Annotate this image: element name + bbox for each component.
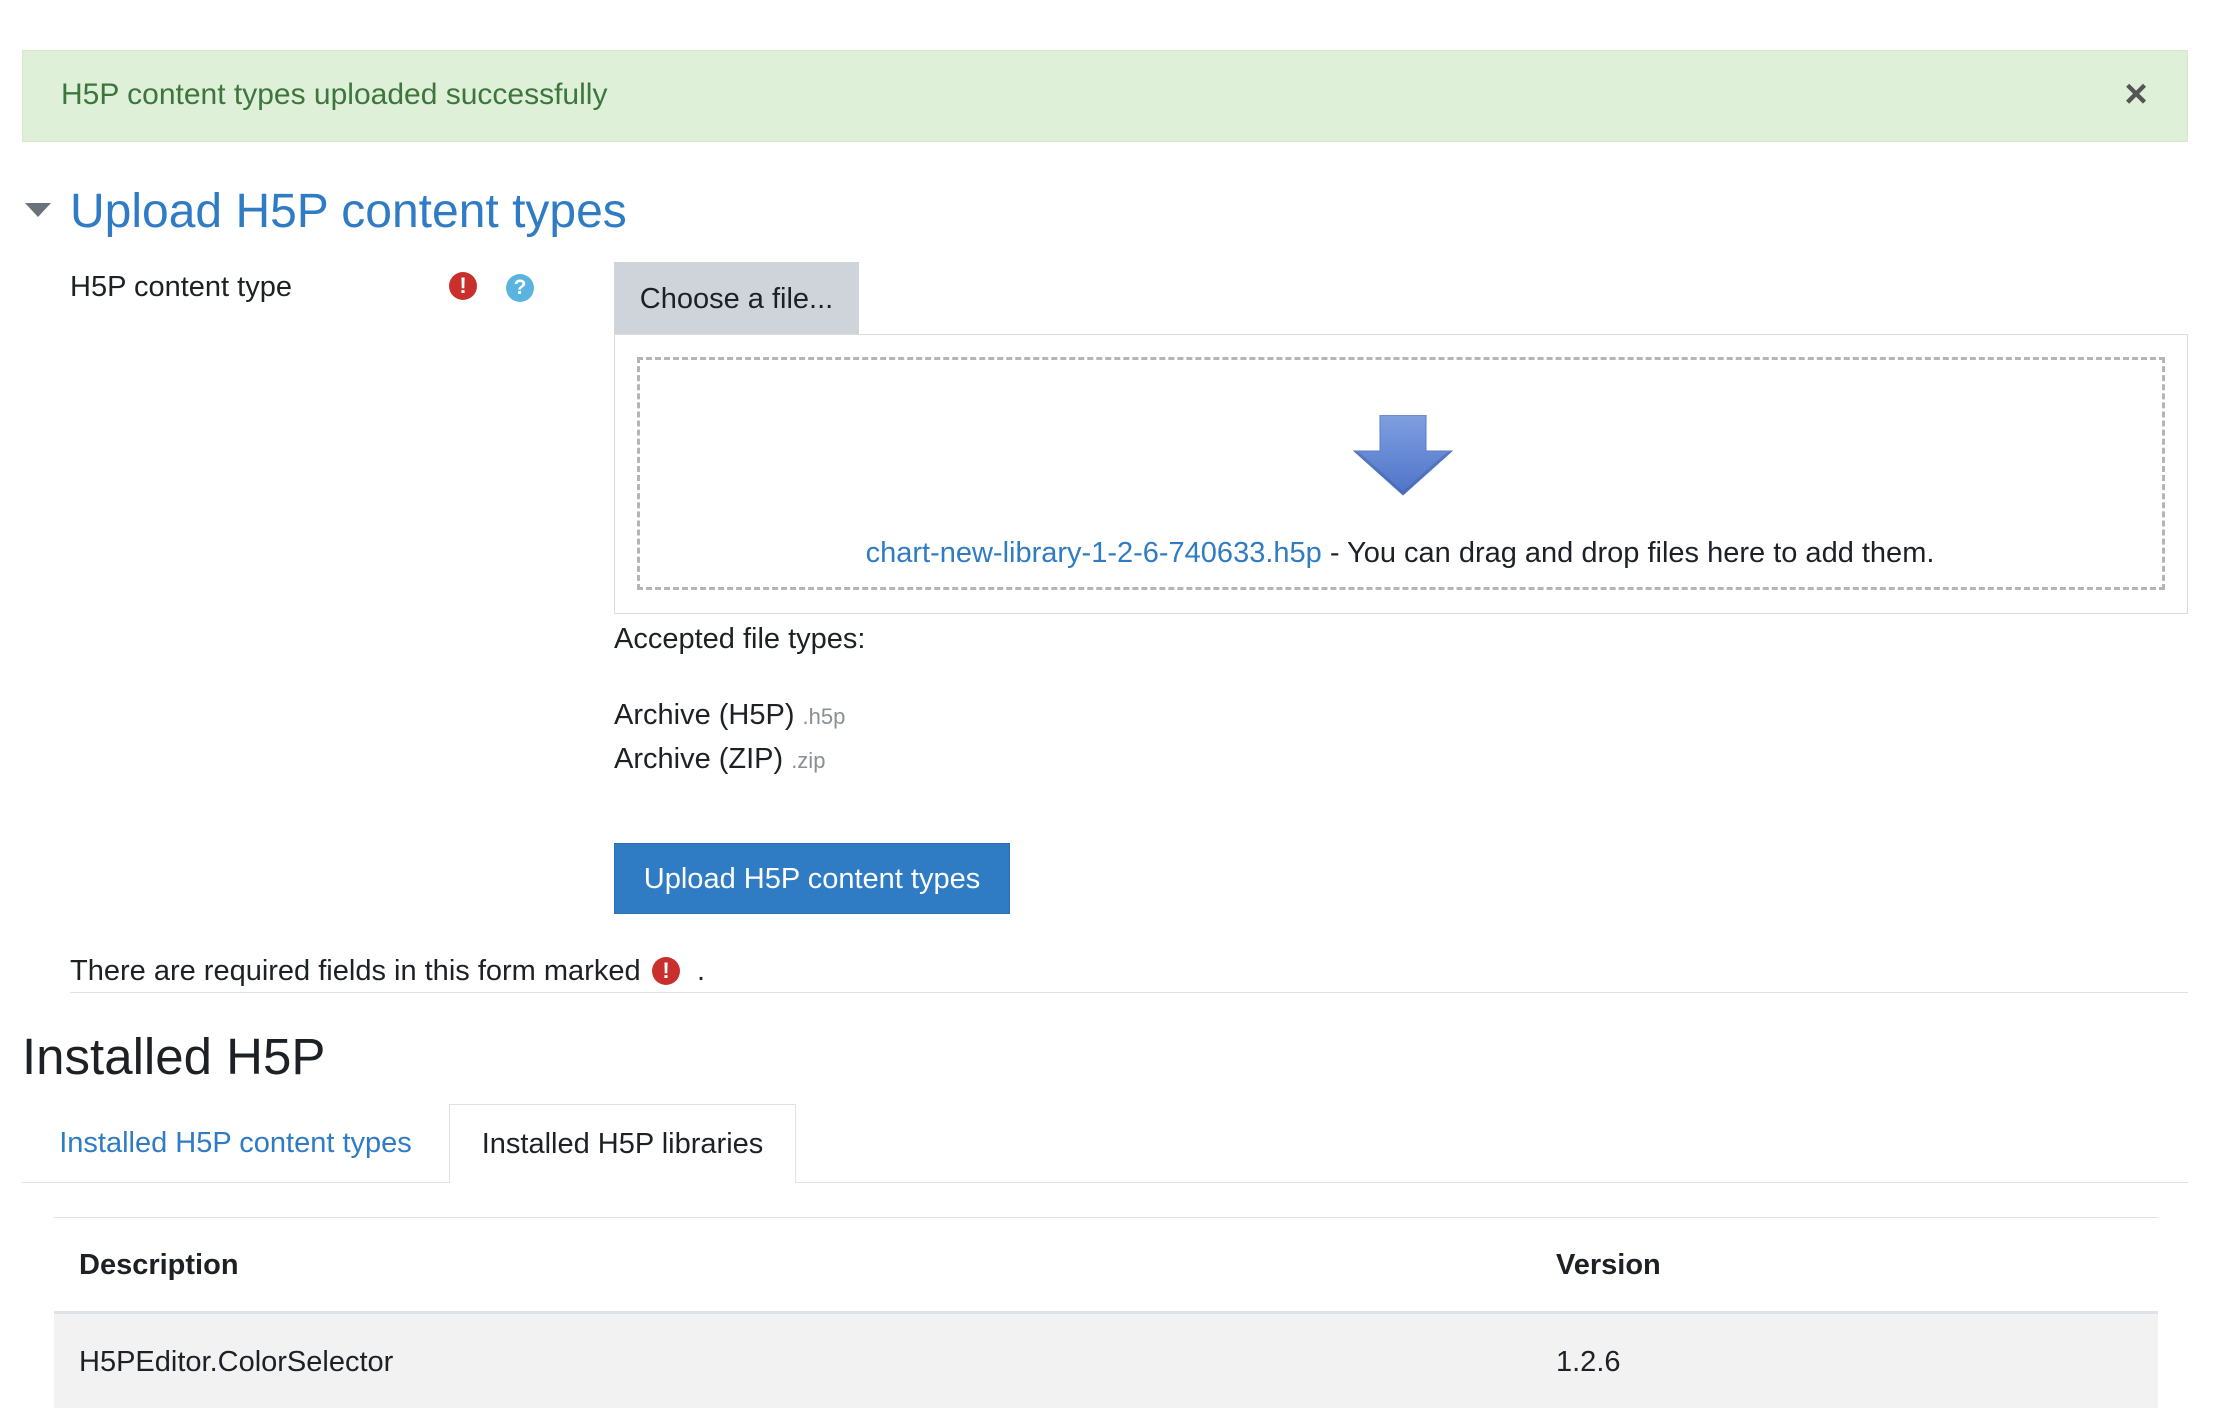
tab-content-types[interactable]: Installed H5P content types — [22, 1104, 449, 1182]
required-note: There are required fields in this form m… — [70, 955, 641, 987]
column-header-version: Version — [1556, 1249, 1661, 1281]
required-icon: ! — [449, 272, 477, 300]
table-top-border — [54, 1217, 2158, 1218]
required-icon: ! — [652, 957, 680, 985]
page-title-installed: Installed H5P — [22, 1028, 326, 1085]
alert-message: H5P content types uploaded successfully — [61, 78, 608, 111]
tabs-divider — [22, 1182, 2188, 1183]
upload-button[interactable]: Upload H5P content types — [614, 843, 1010, 914]
divider — [70, 992, 2188, 993]
file-type-label: Archive (ZIP) — [614, 743, 784, 775]
help-icon[interactable]: ? — [506, 274, 534, 302]
drop-hint-text: - You can drag and drop files here to ad… — [1321, 537, 1935, 569]
choose-file-button[interactable]: Choose a file... — [614, 262, 859, 334]
download-arrow-icon — [1352, 415, 1454, 496]
cell-version: 1.2.6 — [1556, 1346, 1621, 1378]
uploaded-file-link[interactable]: chart-new-library-1-2-6-740633.h5p — [866, 537, 1322, 569]
drop-hint: chart-new-library-1-2-6-740633.h5p - You… — [700, 533, 2100, 573]
tab-libraries[interactable]: Installed H5P libraries — [449, 1104, 796, 1183]
file-type-label: Archive (H5P) — [614, 699, 795, 731]
accepted-types-title: Accepted file types: — [614, 623, 866, 655]
field-label-content-type: H5P content type — [70, 271, 292, 303]
cell-description: H5PEditor.ColorSelector — [79, 1346, 394, 1378]
file-type-item: Archive (ZIP) .zip — [614, 739, 825, 781]
section-title-upload[interactable]: Upload H5P content types — [70, 182, 627, 242]
column-header-description: Description — [79, 1249, 239, 1281]
file-type-item: Archive (H5P) .h5p — [614, 695, 845, 737]
file-type-ext: .zip — [791, 748, 826, 773]
file-type-ext: .h5p — [802, 704, 846, 729]
close-icon[interactable]: × — [2116, 74, 2156, 114]
required-note-end: . — [697, 955, 706, 987]
chevron-down-icon[interactable] — [25, 203, 51, 217]
